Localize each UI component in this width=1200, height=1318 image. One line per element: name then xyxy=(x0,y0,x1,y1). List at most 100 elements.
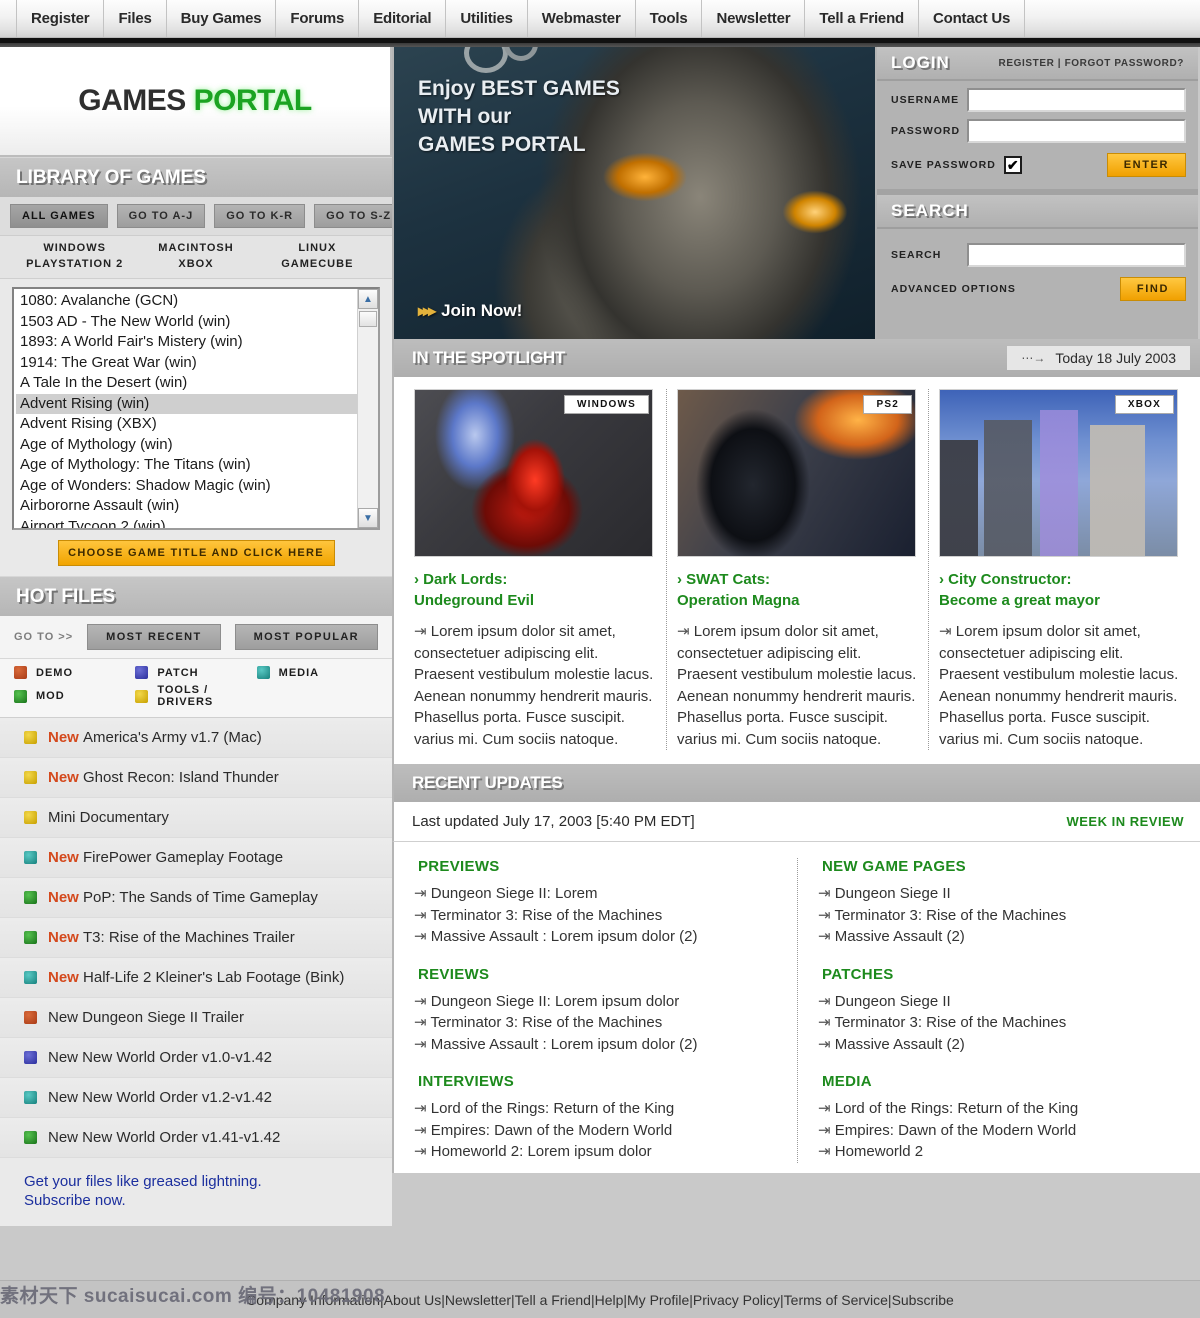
recent-updates-item[interactable]: ⇥ Homeworld 2 xyxy=(818,1141,1180,1163)
password-input[interactable] xyxy=(967,119,1186,143)
recent-updates-item[interactable]: ⇥ Homeworld 2: Lorem ipsum dolor xyxy=(414,1141,777,1163)
footer-link-about-us[interactable]: About Us xyxy=(384,1292,442,1308)
nav-item-tell-a-friend[interactable]: Tell a Friend xyxy=(805,0,919,37)
search-input[interactable] xyxy=(967,243,1186,267)
footer-link-tell-a-friend[interactable]: Tell a Friend xyxy=(515,1292,591,1308)
hotfile-row[interactable]: New New World Order v1.41-v1.42 xyxy=(0,1118,392,1158)
game-list-item[interactable]: Advent Rising (win) xyxy=(16,393,378,414)
find-button[interactable]: FIND xyxy=(1119,277,1186,301)
hotfile-row[interactable]: New Ghost Recon: Island Thunder xyxy=(0,758,392,798)
hotfile-row[interactable]: New PoP: The Sands of Time Gameplay xyxy=(0,878,392,918)
recent-updates-item[interactable]: ⇥ Massive Assault : Lorem ipsum dolor (2… xyxy=(414,1034,777,1056)
platform-tag: WINDOWS xyxy=(564,395,649,414)
nav-item-buy-games[interactable]: Buy Games xyxy=(167,0,277,37)
game-list-box[interactable]: 1080: Avalanche (GCN) 1503 AD - The New W… xyxy=(12,287,380,530)
today-date-chip[interactable]: ⋯→ Today 18 July 2003 xyxy=(1007,346,1190,370)
footer-link-privacy-policy[interactable]: Privacy Policy xyxy=(693,1292,780,1308)
footer-link-subscribe[interactable]: Subscribe xyxy=(892,1292,954,1308)
game-list-item[interactable]: Airbororne Assault (win) xyxy=(16,496,378,517)
nav-item-utilities[interactable]: Utilities xyxy=(446,0,528,37)
spotlight-thumbnail[interactable]: XBOX xyxy=(939,389,1178,557)
game-list-item[interactable]: Age of Mythology: The Titans (win) xyxy=(16,455,378,476)
hotfile-row[interactable]: New New World Order v1.2-v1.42 xyxy=(0,1078,392,1118)
nav-item-editorial[interactable]: Editorial xyxy=(359,0,447,37)
scrollbar-thumb[interactable] xyxy=(359,311,377,327)
library-button-0[interactable]: ALL GAMES xyxy=(10,204,108,228)
nav-item-webmaster[interactable]: Webmaster xyxy=(528,0,636,37)
spotlight-card-title[interactable]: › SWAT Cats: Operation Magna xyxy=(677,569,918,611)
game-list-item[interactable]: Advent Rising (XBX) xyxy=(16,414,378,435)
library-button-2[interactable]: GO TO K-R xyxy=(214,204,306,228)
scroll-down-icon[interactable]: ▼ xyxy=(358,508,378,528)
recent-updates-item[interactable]: ⇥ Terminator 3: Rise of the Machines xyxy=(414,1012,777,1034)
spotlight-card-title[interactable]: › Dark Lords: Undeground Evil xyxy=(414,569,656,611)
choose-game-button[interactable]: CHOOSE GAME TITLE AND CLICK HERE xyxy=(57,540,335,566)
game-list-item[interactable]: Age of Mythology (win) xyxy=(16,435,378,456)
hero-banner[interactable]: Enjoy BEST GAMES WITH our GAMES PORTAL ▸… xyxy=(392,47,877,339)
footer-link-terms-of-service[interactable]: Terms of Service xyxy=(784,1292,888,1308)
recent-updates-item[interactable]: ⇥ Terminator 3: Rise of the Machines xyxy=(818,905,1180,927)
spotlight-card-title[interactable]: › City Constructor: Become a great mayor xyxy=(939,569,1180,611)
login-helper-links[interactable]: REGISTER | FORGOT PASSWORD? xyxy=(999,58,1184,69)
platform-windows[interactable]: WINDOWS xyxy=(14,242,135,254)
nav-item-forums[interactable]: Forums xyxy=(276,0,360,37)
join-now-link[interactable]: ▸▸▸ Join Now! xyxy=(418,301,522,321)
game-list-item[interactable]: Airport Tycoon 2 (win) xyxy=(16,517,378,529)
recent-updates-item[interactable]: ⇥ Dungeon Siege II xyxy=(818,883,1180,905)
subscribe-promo[interactable]: Get your files like greased lightning. S… xyxy=(0,1158,392,1226)
spotlight-thumbnail[interactable]: WINDOWS xyxy=(414,389,653,557)
recent-updates-item[interactable]: ⇥ Empires: Dawn of the Modern World xyxy=(818,1120,1180,1142)
recent-updates-item[interactable]: ⇥ Dungeon Siege II xyxy=(818,991,1180,1013)
recent-updates-item[interactable]: ⇥ Massive Assault : Lorem ipsum dolor (2… xyxy=(414,926,777,948)
nav-item-contact-us[interactable]: Contact Us xyxy=(919,0,1026,37)
recent-updates-item[interactable]: ⇥ Lord of the Rings: Return of the King xyxy=(414,1098,777,1120)
footer-link-my-profile[interactable]: My Profile xyxy=(627,1292,689,1308)
game-list-item[interactable]: A Tale In the Desert (win) xyxy=(16,373,378,394)
game-list-item[interactable]: Age of Wonders: Shadow Magic (win) xyxy=(16,476,378,497)
recent-updates-item[interactable]: ⇥ Lord of the Rings: Return of the King xyxy=(818,1098,1180,1120)
enter-button[interactable]: ENTER xyxy=(1106,153,1186,177)
recent-updates-item[interactable]: ⇥ Dungeon Siege II: Lorem xyxy=(414,883,777,905)
game-list-item[interactable]: 1080: Avalanche (GCN) xyxy=(16,291,378,312)
game-list-item[interactable]: 1503 AD - The New World (win) xyxy=(16,312,378,333)
hotfile-row[interactable]: New FirePower Gameplay Footage xyxy=(0,838,392,878)
platform-gamecube[interactable]: GAMECUBE xyxy=(257,258,378,270)
platform-macintosh[interactable]: MACINTOSH xyxy=(135,242,256,254)
game-list-item[interactable]: 1914: The Great War (win) xyxy=(16,353,378,374)
advanced-options-link[interactable]: ADVANCED OPTIONS xyxy=(891,283,1016,295)
footer-link-company-information[interactable]: Company Information xyxy=(246,1292,380,1308)
recent-updates-item[interactable]: ⇥ Massive Assault (2) xyxy=(818,1034,1180,1056)
footer-link-newsletter[interactable]: Newsletter xyxy=(445,1292,511,1308)
spotlight-thumbnail[interactable]: PS2 xyxy=(676,389,916,557)
game-list-scrollbar[interactable]: ▲ ▼ xyxy=(357,289,378,528)
recent-updates-item[interactable]: ⇥ Empires: Dawn of the Modern World xyxy=(414,1120,777,1142)
hotfile-row[interactable]: New T3: Rise of the Machines Trailer xyxy=(0,918,392,958)
username-input[interactable] xyxy=(967,88,1186,112)
game-list-item[interactable]: 1893: A World Fair's Mistery (win) xyxy=(16,332,378,353)
save-password-checkbox[interactable]: ✔ xyxy=(1003,156,1022,174)
hotfile-row[interactable]: New Half-Life 2 Kleiner's Lab Footage (B… xyxy=(0,958,392,998)
library-button-3[interactable]: GO TO S-Z xyxy=(314,204,404,228)
most-popular-button[interactable]: MOST POPULAR xyxy=(234,624,378,650)
recent-updates-item[interactable]: ⇥ Massive Assault (2) xyxy=(818,926,1180,948)
week-in-review-link[interactable]: WEEK IN REVIEW xyxy=(1066,814,1184,829)
scroll-up-icon[interactable]: ▲ xyxy=(358,289,378,309)
site-logo[interactable]: GAMES PORTAL xyxy=(0,47,392,157)
recent-updates-item[interactable]: ⇥ Dungeon Siege II: Lorem ipsum dolor xyxy=(414,991,777,1013)
nav-item-register[interactable]: Register xyxy=(16,0,105,37)
most-recent-button[interactable]: MOST RECENT xyxy=(87,624,221,650)
hotfile-row[interactable]: Mini Documentary xyxy=(0,798,392,838)
platform-playstation-2[interactable]: PLAYSTATION 2 xyxy=(14,258,135,270)
library-button-1[interactable]: GO TO A-J xyxy=(116,204,206,228)
hotfile-row[interactable]: New America's Army v1.7 (Mac) xyxy=(0,718,392,758)
nav-item-newsletter[interactable]: Newsletter xyxy=(702,0,806,37)
footer-link-help[interactable]: Help xyxy=(595,1292,624,1308)
hotfile-row[interactable]: New New World Order v1.0-v1.42 xyxy=(0,1038,392,1078)
recent-updates-item[interactable]: ⇥ Terminator 3: Rise of the Machines xyxy=(818,1012,1180,1034)
platform-linux[interactable]: LINUX xyxy=(257,242,378,254)
nav-item-tools[interactable]: Tools xyxy=(636,0,703,37)
nav-item-files[interactable]: Files xyxy=(104,0,167,37)
platform-xbox[interactable]: XBOX xyxy=(135,258,256,270)
hotfile-row[interactable]: New Dungeon Siege II Trailer xyxy=(0,998,392,1038)
recent-updates-item[interactable]: ⇥ Terminator 3: Rise of the Machines xyxy=(414,905,777,927)
